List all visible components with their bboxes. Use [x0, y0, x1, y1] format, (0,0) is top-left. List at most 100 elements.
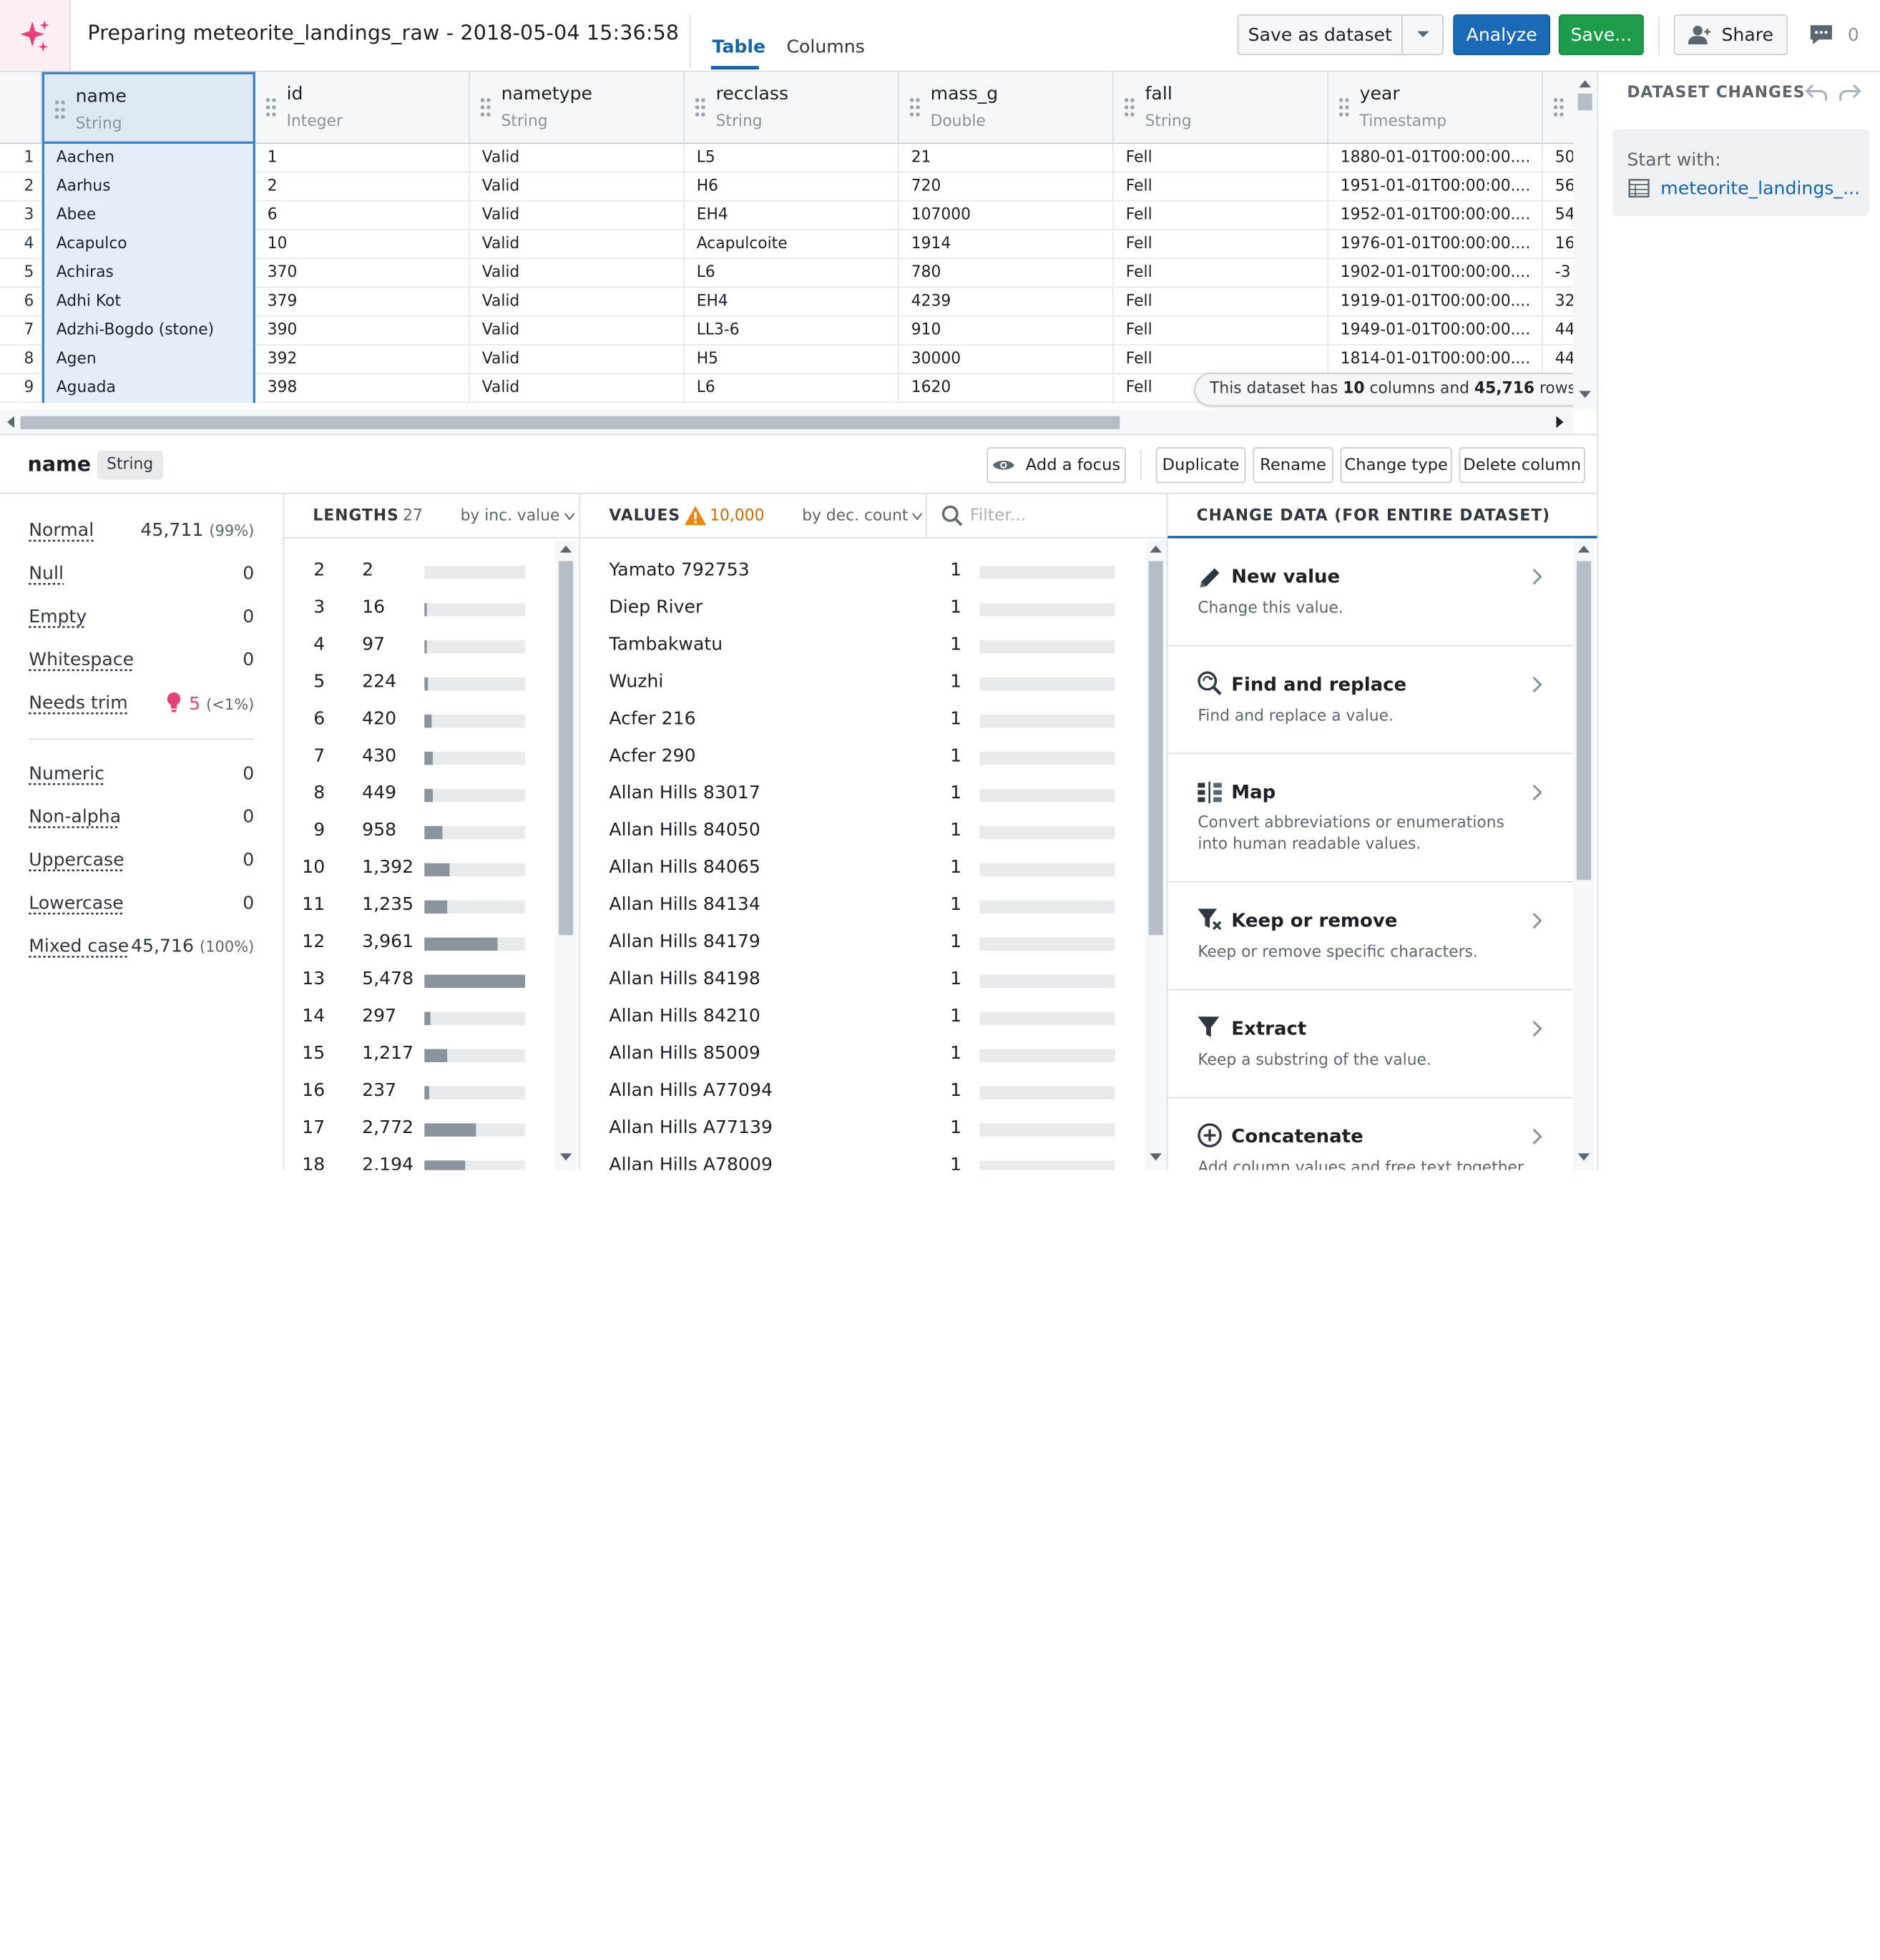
- analyze-button[interactable]: Analyze: [1453, 14, 1551, 56]
- table-row[interactable]: 6 Adhi Kot 379 Valid EH4 4239 Fell 1919-01-01T0…: [0, 288, 1580, 317]
- change-item-map[interactable]: Map Convert abbreviations or enumeration…: [1167, 754, 1573, 883]
- scroll-up-icon[interactable]: [1577, 544, 1590, 553]
- length-row[interactable]: 10 1,392: [284, 850, 555, 887]
- tab-table[interactable]: Table: [713, 36, 766, 57]
- grid-vertical-scrollbar[interactable]: [1572, 72, 1597, 411]
- table-cell[interactable]: 398: [255, 373, 470, 403]
- table-cell[interactable]: 1814-01-01T00:00:00....: [1328, 345, 1544, 374]
- stat-row[interactable]: Mixed case 45,716 (100%): [29, 935, 254, 964]
- share-button[interactable]: Share: [1673, 14, 1788, 56]
- table-cell[interactable]: Valid: [470, 288, 685, 317]
- table-cell[interactable]: Valid: [470, 345, 685, 374]
- table-cell[interactable]: L6: [685, 259, 899, 288]
- change-data-scroll-thumb[interactable]: [1576, 561, 1592, 881]
- table-cell[interactable]: 1919-01-01T00:00:00....: [1328, 288, 1544, 317]
- stat-label[interactable]: Non-alpha: [29, 805, 121, 827]
- table-row[interactable]: 5 Achiras 370 Valid L6 780 Fell 1902-01-01T00:0…: [0, 259, 1580, 288]
- undo-icon[interactable]: [1804, 82, 1828, 103]
- value-row[interactable]: Acfer 216 1: [580, 701, 1144, 738]
- table-cell[interactable]: Fell: [1114, 288, 1329, 317]
- grid-vertical-scroll-thumb[interactable]: [1577, 93, 1592, 111]
- table-cell[interactable]: 1914: [899, 230, 1115, 260]
- grid-horizontal-scroll-thumb[interactable]: [20, 416, 1120, 430]
- scroll-right-icon[interactable]: [1556, 416, 1565, 428]
- duplicate-button[interactable]: Duplicate: [1155, 447, 1246, 484]
- length-row[interactable]: 15 1,217: [284, 1036, 555, 1073]
- stat-row[interactable]: Lowercase 0: [29, 892, 254, 921]
- value-row[interactable]: Allan Hills 85009 1: [580, 1036, 1144, 1073]
- value-row[interactable]: Allan Hills 84065 1: [580, 850, 1144, 887]
- value-row[interactable]: Allan Hills 84134 1: [580, 887, 1144, 924]
- table-cell[interactable]: 107000: [899, 201, 1115, 230]
- table-cell[interactable]: 720: [899, 172, 1115, 202]
- value-row[interactable]: Allan Hills 84210 1: [580, 999, 1144, 1036]
- value-row[interactable]: Allan Hills A78009 1: [580, 1147, 1144, 1170]
- stat-label[interactable]: Normal: [29, 519, 94, 541]
- value-row[interactable]: Diep River 1: [580, 590, 1144, 627]
- lengths-sort-dropdown[interactable]: by inc. value: [461, 507, 575, 525]
- table-cell[interactable]: Acapulco: [41, 230, 255, 260]
- value-row[interactable]: Acfer 290 1: [580, 738, 1144, 775]
- length-row[interactable]: 9 958: [284, 813, 555, 850]
- stat-label[interactable]: Null: [29, 562, 64, 584]
- table-cell[interactable]: Aguada: [41, 373, 255, 403]
- table-cell[interactable]: 370: [255, 259, 470, 288]
- stat-row[interactable]: Normal 45,711 (99%): [29, 519, 254, 548]
- table-cell[interactable]: 4239: [899, 288, 1115, 317]
- table-cell[interactable]: H5: [685, 345, 899, 374]
- table-cell[interactable]: Fell: [1114, 345, 1329, 374]
- table-cell[interactable]: Fell: [1114, 316, 1329, 346]
- values-sort-dropdown[interactable]: by dec. count: [802, 507, 924, 525]
- value-row[interactable]: Wuzhi 1: [580, 665, 1144, 702]
- table-cell[interactable]: LL3-6: [685, 316, 899, 346]
- values-scroll-thumb[interactable]: [1148, 561, 1163, 936]
- value-row[interactable]: Allan Hills 84179 1: [580, 924, 1144, 961]
- length-row[interactable]: 17 2,772: [284, 1110, 555, 1147]
- table-cell[interactable]: Valid: [470, 230, 685, 260]
- table-cell[interactable]: 1: [255, 144, 470, 173]
- grid-horizontal-scrollbar[interactable]: [0, 410, 1573, 434]
- column-header-year[interactable]: year Timestamp: [1328, 72, 1544, 144]
- length-row[interactable]: 6 420: [284, 701, 555, 738]
- length-row[interactable]: 22: [284, 553, 555, 590]
- table-cell[interactable]: 10: [255, 230, 470, 260]
- value-row[interactable]: Allan Hills 84050 1: [580, 813, 1144, 850]
- delete-column-button[interactable]: Delete column: [1459, 447, 1585, 484]
- drag-handle-icon[interactable]: [1554, 98, 1564, 117]
- table-row[interactable]: 8 Agen 392 Valid H5 30000 Fell 1814-01-01T00:00…: [0, 345, 1580, 374]
- table-cell[interactable]: Fell: [1114, 259, 1329, 288]
- column-header-nametype[interactable]: nametype String: [469, 72, 685, 144]
- scroll-down-icon[interactable]: [559, 1153, 572, 1162]
- value-row[interactable]: Allan Hills 84198 1: [580, 961, 1144, 999]
- values-scrollbar[interactable]: [1145, 539, 1167, 1170]
- save-options-dropdown[interactable]: [1401, 14, 1444, 56]
- lengths-scrollbar[interactable]: [554, 539, 577, 1170]
- table-cell[interactable]: 1880-01-01T00:00:00....: [1328, 144, 1544, 173]
- rename-button[interactable]: Rename: [1253, 447, 1333, 484]
- drag-handle-icon[interactable]: [910, 98, 920, 117]
- drag-handle-icon[interactable]: [1339, 98, 1349, 117]
- table-cell[interactable]: L5: [685, 144, 899, 173]
- scroll-up-icon[interactable]: [1579, 79, 1592, 88]
- table-cell[interactable]: EH4: [685, 201, 899, 230]
- table-cell[interactable]: Valid: [470, 259, 685, 288]
- tab-columns[interactable]: Columns: [786, 36, 864, 57]
- drag-handle-icon[interactable]: [266, 98, 276, 117]
- table-cell[interactable]: L6: [685, 373, 899, 403]
- comments-button[interactable]: 0: [1803, 14, 1866, 55]
- value-row[interactable]: Allan Hills 83017 1: [580, 775, 1144, 813]
- change-item-extract[interactable]: Extract Keep a substring of the value.: [1167, 990, 1573, 1099]
- table-cell[interactable]: 1902-01-01T00:00:00....: [1328, 259, 1544, 288]
- table-row[interactable]: 7 Adzhi-Bogdo (stone) 390 Valid LL3-6 910 Fell…: [0, 316, 1580, 346]
- values-filter-input[interactable]: Filter...: [925, 494, 1168, 539]
- value-row[interactable]: Tambakwatu 1: [580, 627, 1144, 665]
- drag-handle-icon[interactable]: [481, 98, 491, 117]
- drag-handle-icon[interactable]: [1125, 98, 1135, 117]
- table-cell[interactable]: 910: [899, 316, 1115, 346]
- stat-row[interactable]: Whitespace 0: [29, 649, 254, 677]
- table-row[interactable]: 4 Acapulco 10 Valid Acapulcoite 1914 Fell 1976-…: [0, 230, 1580, 260]
- table-cell[interactable]: Valid: [470, 373, 685, 403]
- length-row[interactable]: 13 5,478: [284, 961, 555, 999]
- stat-label[interactable]: Lowercase: [29, 892, 124, 913]
- stat-label[interactable]: Whitespace: [29, 649, 134, 670]
